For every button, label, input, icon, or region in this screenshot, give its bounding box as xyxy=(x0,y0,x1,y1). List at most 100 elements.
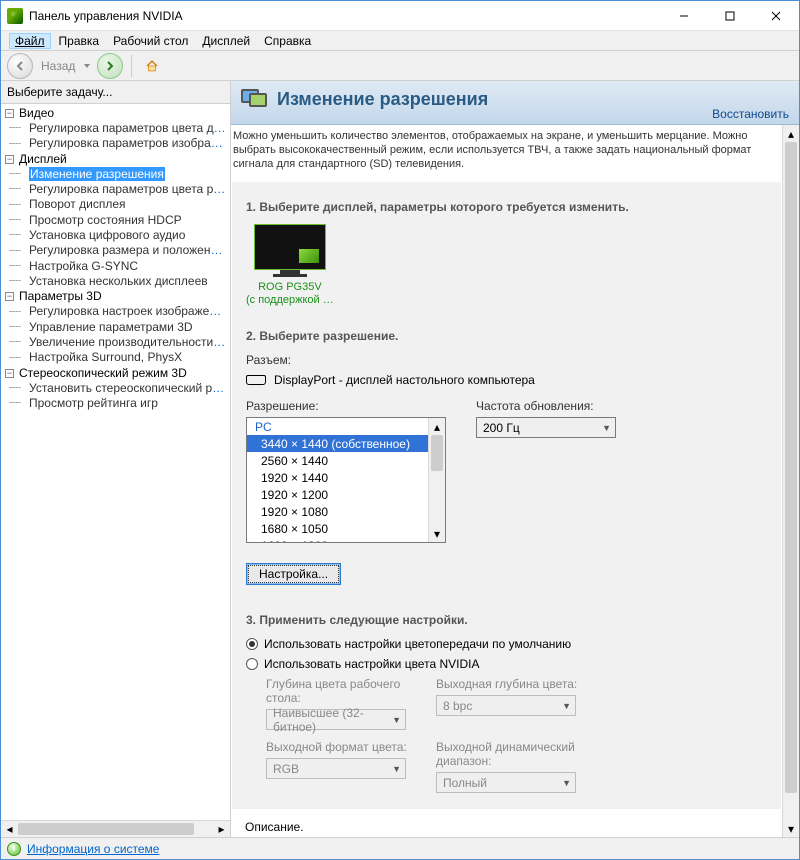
menu-help[interactable]: Справка xyxy=(258,33,317,49)
display-name: ROG PG35V xyxy=(246,281,334,294)
radio-default-colors[interactable]: Использовать настройки цветопередачи по … xyxy=(246,637,767,651)
connector-label: Разъем: xyxy=(246,353,767,367)
display-thumbnail[interactable]: ROG PG35V (с поддержкой … xyxy=(246,224,334,307)
scroll-down-icon[interactable]: ▾ xyxy=(429,525,445,542)
tree-item[interactable]: ┄┄Регулировка настроек изображения с п xyxy=(9,304,230,319)
desktop-depth-select: Наивысшее (32-битное)▼ xyxy=(266,709,406,730)
tree-group[interactable]: −Дисплей xyxy=(3,152,230,167)
resolution-icon xyxy=(241,87,269,111)
refresh-select[interactable]: 200 Гц▼ xyxy=(476,417,616,438)
horizontal-scrollbar[interactable]: ◂ ▸ xyxy=(1,820,230,837)
list-group-header: PC xyxy=(247,418,428,435)
menu-edit[interactable]: Правка xyxy=(53,33,106,49)
collapse-icon[interactable]: − xyxy=(5,109,14,118)
tree-item[interactable]: ┄┄Установка нескольких дисплеев xyxy=(9,274,230,289)
tree-item[interactable]: ┄┄Настройка Surround, PhysX xyxy=(9,350,230,365)
system-info-link[interactable]: Информация о системе xyxy=(27,842,159,856)
collapse-icon[interactable]: − xyxy=(5,292,14,301)
tree-item[interactable]: ┄┄Регулировка размера и положения рабо xyxy=(9,243,230,258)
scroll-thumb[interactable] xyxy=(431,435,443,471)
page-header: Изменение разрешения Восстановить xyxy=(231,81,799,125)
restore-defaults-link[interactable]: Восстановить xyxy=(712,107,789,121)
tree-item[interactable]: ┄┄Просмотр состояния HDCP xyxy=(9,213,230,228)
resolution-listbox[interactable]: PC3440 × 1440 (собственное)2560 × 144019… xyxy=(246,417,446,543)
close-button[interactable] xyxy=(753,1,799,30)
step-2-label: 2. Выберите разрешение. xyxy=(246,329,767,343)
refresh-label: Частота обновления: xyxy=(476,399,616,413)
resolution-option[interactable]: 1920 × 1440 xyxy=(247,469,428,486)
tree-item[interactable]: ┄┄Установить стереоскопический режим 3 xyxy=(9,381,230,396)
status-bar: i Информация о системе xyxy=(1,837,799,859)
forward-button[interactable] xyxy=(97,53,123,79)
output-format-select: RGB▼ xyxy=(266,758,406,779)
back-label: Назад xyxy=(39,59,77,73)
menu-file[interactable]: Файл xyxy=(9,33,51,49)
tree-item[interactable]: ┄┄Изменение разрешения xyxy=(9,167,230,182)
tree-item[interactable]: ┄┄Регулировка параметров изображения д xyxy=(9,136,230,151)
sidebar: Выберите задачу... −Видео┄┄Регулировка п… xyxy=(1,81,231,837)
tree-item[interactable]: ┄┄Регулировка параметров цвета для вид xyxy=(9,121,230,136)
radio-icon xyxy=(246,638,258,650)
app-icon xyxy=(7,8,23,24)
resolution-option[interactable]: 3440 × 1440 (собственное) xyxy=(247,435,428,452)
resolution-option[interactable]: 1600 × 1200 xyxy=(247,537,428,542)
tree-item[interactable]: ┄┄Настройка G-SYNC xyxy=(9,259,230,274)
description-label: Описание. xyxy=(231,810,782,837)
desktop-depth-label: Глубина цвета рабочего стола: xyxy=(266,677,416,705)
connector-value: DisplayPort - дисплей настольного компью… xyxy=(274,373,535,387)
tree-group[interactable]: −Параметры 3D xyxy=(3,289,230,304)
toolbar: Назад xyxy=(1,51,799,81)
radio-nvidia-colors[interactable]: Использовать настройки цвета NVIDIA xyxy=(246,657,767,671)
resolution-option[interactable]: 1680 × 1050 xyxy=(247,520,428,537)
displayport-icon xyxy=(246,375,266,385)
scroll-up-icon[interactable]: ▴ xyxy=(783,125,799,142)
tree-item[interactable]: ┄┄Управление параметрами 3D xyxy=(9,320,230,335)
separator xyxy=(131,55,132,77)
window-title: Панель управления NVIDIA xyxy=(29,9,661,23)
tree-item[interactable]: ┄┄Увеличение производительности ГП xyxy=(9,335,230,350)
listbox-scrollbar[interactable]: ▴ ▾ xyxy=(428,418,445,542)
tree-item[interactable]: ┄┄Просмотр рейтинга игр xyxy=(9,396,230,411)
maximize-button[interactable] xyxy=(707,1,753,30)
output-range-label: Выходной динамический диапазон: xyxy=(436,740,586,768)
display-sub: (с поддержкой … xyxy=(246,294,334,307)
customize-button[interactable]: Настройка... xyxy=(246,563,341,585)
menu-display[interactable]: Дисплей xyxy=(196,33,256,49)
tree-group[interactable]: −Видео xyxy=(3,106,230,121)
nav-tree[interactable]: −Видео┄┄Регулировка параметров цвета для… xyxy=(1,104,230,820)
back-button[interactable] xyxy=(7,53,33,79)
main-panel: Изменение разрешения Восстановить Можно … xyxy=(231,81,799,837)
collapse-icon[interactable]: − xyxy=(5,369,14,378)
resolution-option[interactable]: 1920 × 1200 xyxy=(247,486,428,503)
vertical-scrollbar[interactable]: ▴ ▾ xyxy=(782,125,799,837)
minimize-button[interactable] xyxy=(661,1,707,30)
resolution-option[interactable]: 2560 × 1440 xyxy=(247,452,428,469)
scroll-thumb[interactable] xyxy=(785,142,797,793)
resolution-option[interactable]: 1920 × 1080 xyxy=(247,503,428,520)
output-depth-label: Выходная глубина цвета: xyxy=(436,677,586,691)
scroll-left-icon[interactable]: ◂ xyxy=(1,821,18,838)
scroll-right-icon[interactable]: ▸ xyxy=(213,821,230,838)
menu-desktop[interactable]: Рабочий стол xyxy=(107,33,194,49)
dropdown-icon[interactable] xyxy=(83,62,91,70)
tree-item[interactable]: ┄┄Установка цифрового аудио xyxy=(9,228,230,243)
home-button[interactable] xyxy=(140,54,164,78)
scroll-down-icon[interactable]: ▾ xyxy=(783,820,799,837)
info-icon: i xyxy=(7,842,21,856)
tree-item[interactable]: ┄┄Поворот дисплея xyxy=(9,197,230,212)
chevron-down-icon: ▼ xyxy=(602,423,611,433)
collapse-icon[interactable]: − xyxy=(5,155,14,164)
output-depth-select: 8 bpc▼ xyxy=(436,695,576,716)
intro-text: Можно уменьшить количество элементов, от… xyxy=(231,125,782,181)
tree-item[interactable]: ┄┄Регулировка параметров цвета рабочег xyxy=(9,182,230,197)
step-1-label: 1. Выберите дисплей, параметры которого … xyxy=(246,200,767,214)
sidebar-header: Выберите задачу... xyxy=(1,81,230,104)
titlebar: Панель управления NVIDIA xyxy=(1,1,799,31)
radio-icon xyxy=(246,658,258,670)
tree-group[interactable]: −Стереоскопический режим 3D xyxy=(3,366,230,381)
scroll-thumb[interactable] xyxy=(18,823,194,835)
output-range-select: Полный▼ xyxy=(436,772,576,793)
menubar: Файл Правка Рабочий стол Дисплей Справка xyxy=(1,31,799,51)
scroll-up-icon[interactable]: ▴ xyxy=(429,418,445,435)
output-format-label: Выходной формат цвета: xyxy=(266,740,416,754)
